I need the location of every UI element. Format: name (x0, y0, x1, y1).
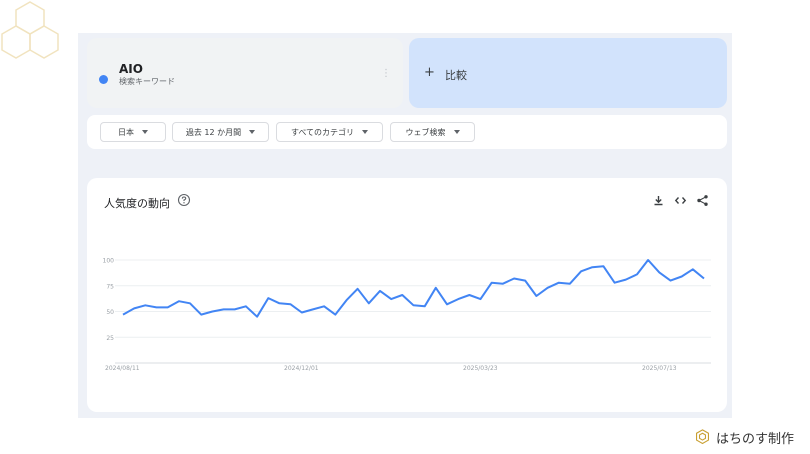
search-type-filter-label: ウェブ検索 (405, 127, 446, 137)
plus-icon: + (424, 65, 435, 80)
region-filter-label: 日本 (118, 127, 134, 137)
x-tick-label: 2024/08/11 (105, 365, 140, 372)
time-range-filter[interactable]: 過去 12 か月間 (172, 122, 269, 142)
series-line (122, 259, 705, 318)
x-tick-label: 2025/07/13 (642, 365, 677, 372)
trend-line-chart: 100 75 50 25 2024/08/11 2024/12/01 2025/03/23 2… (103, 258, 711, 372)
y-tick-label: 100 (103, 258, 115, 265)
caret-down-icon (453, 130, 460, 134)
search-term-card[interactable]: AIO 検索キーワード ⋮ (87, 38, 403, 108)
honeycomb-logo-icon (695, 429, 710, 445)
y-tick-label: 50 (106, 309, 114, 316)
search-term-subtitle: 検索キーワード (119, 77, 175, 86)
caret-down-icon (249, 130, 256, 134)
caret-down-icon (142, 130, 148, 134)
category-filter-label: すべてのカテゴリ (290, 127, 355, 137)
filter-bar: 日本 過去 12 か月間 すべてのカテゴリ ウェブ検索 (87, 115, 727, 149)
compare-label: 比較 (445, 69, 467, 82)
category-filter[interactable]: すべてのカテゴリ (276, 122, 383, 142)
series-color-dot (99, 75, 108, 84)
hexagon-decoration (1, 1, 59, 59)
caret-down-icon (362, 130, 369, 134)
y-tick-label: 25 (106, 335, 114, 342)
more-vert-icon[interactable]: ⋮ (381, 68, 391, 79)
x-tick-label: 2024/12/01 (284, 365, 319, 372)
brand-watermark: はちのす制作 (694, 428, 794, 447)
search-type-filter[interactable]: ウェブ検索 (390, 122, 475, 142)
interest-over-time-card: 人気度の動向 100 75 50 25 2024/08/11 2024/12/01 2025… (87, 178, 727, 412)
brand-name: はちのす制作 (716, 432, 795, 447)
search-term-name: AIO (119, 62, 143, 76)
region-filter[interactable]: 日本 (100, 122, 166, 142)
compare-button[interactable]: + 比較 (409, 38, 727, 108)
x-tick-label: 2025/03/23 (463, 365, 498, 372)
y-tick-label: 75 (106, 283, 114, 290)
time-range-filter-label: 過去 12 か月間 (185, 127, 242, 137)
